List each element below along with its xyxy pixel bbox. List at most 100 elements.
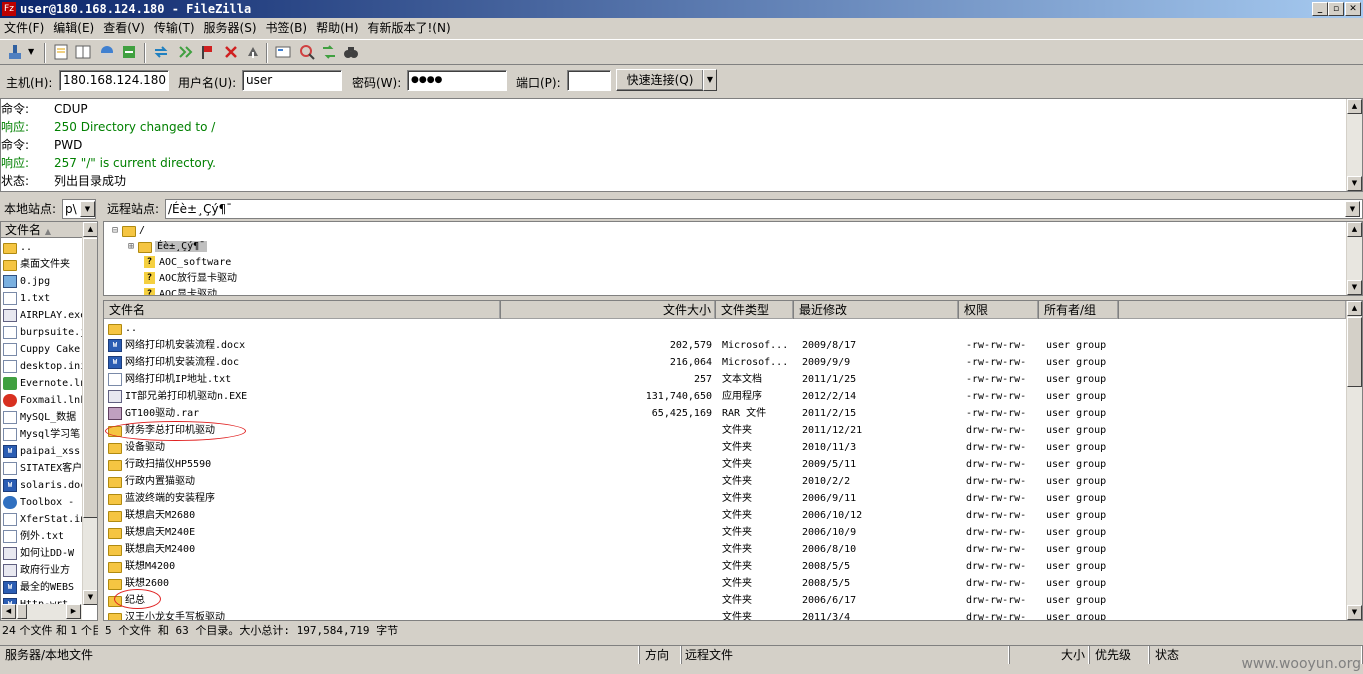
local-file-row[interactable]: Wpaipai_xss [3, 443, 83, 460]
tree-node[interactable]: ⊞ Éè±¸Çý¶¯ [128, 239, 208, 255]
local-file-row[interactable]: Toolbox - [3, 494, 83, 511]
toggle-sync-browsing-icon[interactable] [298, 43, 316, 61]
remote-file-row[interactable]: 蓝波终端的安装程序 文件夹 2006/9/11 drw-rw-rw-user grou… [104, 490, 1347, 507]
scroll-right-icon[interactable]: ▶ [66, 604, 81, 619]
tree-node[interactable]: ? AOC_software [128, 255, 231, 271]
menu-file[interactable]: 文件(F) [4, 21, 44, 35]
remote-file-row[interactable]: IT部兄弟打印机驱动n.EXE 131,740,650 应用程序 2012/2/14 -… [104, 388, 1347, 405]
local-file-row[interactable]: 0.jpg [3, 273, 83, 290]
remote-file-row[interactable]: 联想启天M2680 文件夹 2006/10/12 drw-rw-rw-user gro… [104, 507, 1347, 524]
restore-button[interactable]: ▫ [1328, 2, 1344, 16]
scroll-thumb[interactable] [1347, 317, 1362, 387]
local-file-row[interactable]: SITATEX客户 [3, 460, 83, 477]
remote-file-row[interactable]: 联想2600 文件夹 2008/5/5 drw-rw-rw-user group [104, 575, 1347, 592]
site-manager-icon[interactable] [6, 43, 24, 61]
directory-listing-filters-icon[interactable] [274, 43, 292, 61]
scroll-down-icon[interactable]: ▼ [1347, 280, 1362, 295]
scroll-thumb[interactable] [83, 238, 97, 518]
local-file-row[interactable]: AIRPLAY.exe [3, 307, 83, 324]
quickconnect-history-dropdown[interactable]: ▼ [703, 69, 717, 91]
remote-file-row[interactable]: 网络打印机IP地址.txt 257 文本文档 2011/1/25 -rw-rw-rw-u… [104, 371, 1347, 388]
menu-bookmarks[interactable]: 书签(B) [266, 21, 308, 35]
remote-file-row[interactable]: GT100驱动.rar 65,425,169 RAR 文件 2011/2/15 -rw-… [104, 405, 1347, 422]
search-remote-files-icon[interactable] [342, 43, 360, 61]
local-path-dropdown-icon[interactable]: ▼ [80, 201, 95, 217]
queue-header-direction[interactable]: 方向 [640, 646, 682, 664]
scroll-down-icon[interactable]: ▼ [1347, 605, 1362, 620]
tree-node[interactable]: ⊟ / [112, 223, 145, 239]
remote-file-row[interactable]: 联想启天M240E 文件夹 2006/10/9 drw-rw-rw-user grou… [104, 524, 1347, 541]
queue-header-local-file[interactable]: 服务器/本地文件 [0, 646, 640, 664]
port-input[interactable] [567, 70, 611, 91]
remote-vertical-scrollbar[interactable]: ▲ ▼ [1346, 301, 1362, 620]
local-file-row[interactable]: .. [3, 239, 83, 256]
toggle-log-icon[interactable] [52, 43, 70, 61]
local-file-row[interactable]: W 最全的WEBS [3, 579, 83, 596]
toggle-tree-icon[interactable] [74, 43, 92, 61]
quickconnect-button[interactable]: 快速连接(Q) [616, 69, 704, 91]
remote-file-row[interactable]: 设备驱动 文件夹 2010/11/3 drw-rw-rw-user group [104, 439, 1347, 456]
reconnect-icon[interactable] [244, 43, 262, 61]
local-horizontal-scrollbar[interactable]: ◀ ▶ [1, 604, 82, 620]
local-file-row[interactable]: Foxmail.lnk [3, 392, 83, 409]
scroll-down-icon[interactable]: ▼ [83, 590, 97, 605]
local-file-row[interactable]: Wsolaris.doc [3, 477, 83, 494]
scroll-down-icon[interactable]: ▼ [1347, 176, 1362, 191]
menu-new-version[interactable]: 有新版本了!(N) [368, 21, 451, 35]
menu-help[interactable]: 帮助(H) [316, 21, 358, 35]
scroll-up-icon[interactable]: ▲ [1347, 301, 1362, 316]
remote-file-row[interactable]: .. [104, 320, 1347, 337]
remote-file-row[interactable]: 行政扫描仪HP5590 文件夹 2009/5/11 drw-rw-rw-user gr… [104, 456, 1347, 473]
minimize-button[interactable]: _ [1312, 2, 1328, 16]
local-vertical-scrollbar[interactable]: ▲ ▼ [82, 222, 97, 605]
remote-file-row[interactable]: W 网络打印机安装流程.docx 202,579 Microsof... 2009/8/… [104, 337, 1347, 354]
local-file-row[interactable]: Cuppy Cake [3, 341, 83, 358]
remote-file-row[interactable]: 联想M4200 文件夹 2008/5/5 drw-rw-rw-user group [104, 558, 1347, 575]
username-input[interactable]: user [242, 70, 342, 91]
remote-file-row[interactable]: 汉王小龙女手写板驱动 文件夹 2011/3/4 drw-rw-rw-user grou… [104, 609, 1347, 620]
remote-file-row[interactable]: 纪总 文件夹 2006/6/17 drw-rw-rw-user group [104, 592, 1347, 609]
queue-header-priority[interactable]: 优先级 [1090, 646, 1150, 664]
host-input[interactable]: 180.168.124.180 [59, 70, 169, 91]
remote-file-row[interactable]: 行政内置猫驱动 文件夹 2010/2/2 drw-rw-rw-user group [104, 473, 1347, 490]
remote-file-row[interactable]: 联想启天M2400 文件夹 2006/8/10 drw-rw-rw-user grou… [104, 541, 1347, 558]
local-file-row[interactable]: 桌面文件夹 [3, 256, 83, 273]
menu-server[interactable]: 服务器(S) [204, 21, 257, 35]
local-file-row[interactable]: 例外.txt [3, 528, 83, 545]
remote-file-row[interactable]: W 网络打印机安装流程.doc 216,064 Microsof... 2009/9/9… [104, 354, 1347, 371]
scroll-left-icon[interactable]: ◀ [1, 604, 16, 619]
local-file-row[interactable]: 如何让DD-W [3, 545, 83, 562]
local-file-row[interactable]: 政府行业方 [3, 562, 83, 579]
queue-header-remote-file[interactable]: 远程文件 [680, 646, 1010, 664]
refresh-icon[interactable] [152, 43, 170, 61]
scroll-up-icon[interactable]: ▲ [1347, 99, 1362, 114]
header-filetype[interactable]: 文件类型 [716, 301, 794, 319]
tree-node[interactable]: ? AOC显卡驱动 [128, 287, 217, 295]
close-button[interactable]: ✕ [1345, 2, 1361, 16]
header-owner[interactable]: 所有者/组 [1039, 301, 1119, 319]
local-file-row[interactable]: burpsuite.jar [3, 324, 83, 341]
disconnect-icon[interactable] [222, 43, 240, 61]
collapse-icon[interactable]: ⊟ [112, 225, 118, 236]
tree-node[interactable]: ? AOC放行显卡驱动 [128, 271, 237, 287]
menu-transfer[interactable]: 传输(T) [154, 21, 195, 35]
local-file-row[interactable]: XferStat.ini [3, 511, 83, 528]
log-scrollbar[interactable]: ▲ ▼ [1346, 99, 1362, 191]
process-queue-icon[interactable] [176, 43, 194, 61]
toggle-queue-icon[interactable] [120, 43, 138, 61]
tree-scrollbar[interactable]: ▲ ▼ [1346, 222, 1362, 295]
local-name-column-header[interactable]: 文件名 ▲ [1, 222, 86, 238]
compare-directories-icon[interactable] [320, 43, 338, 61]
local-file-row[interactable]: desktop.ini [3, 358, 83, 375]
toggle-remote-tree-icon[interactable] [98, 43, 116, 61]
queue-header-size[interactable]: 大小 [1010, 646, 1090, 664]
scroll-up-icon[interactable]: ▲ [1347, 222, 1362, 237]
local-file-row[interactable]: 1.txt [3, 290, 83, 307]
remote-path-dropdown-icon[interactable]: ▼ [1345, 201, 1360, 217]
local-file-row[interactable]: MySQL_数据 [3, 409, 83, 426]
header-filesize[interactable]: 文件大小 [501, 301, 716, 319]
cancel-operation-icon[interactable] [198, 43, 216, 61]
menu-view[interactable]: 查看(V) [103, 21, 145, 35]
header-permissions[interactable]: 权限 [959, 301, 1039, 319]
password-input[interactable]: ●●●● [407, 70, 507, 91]
